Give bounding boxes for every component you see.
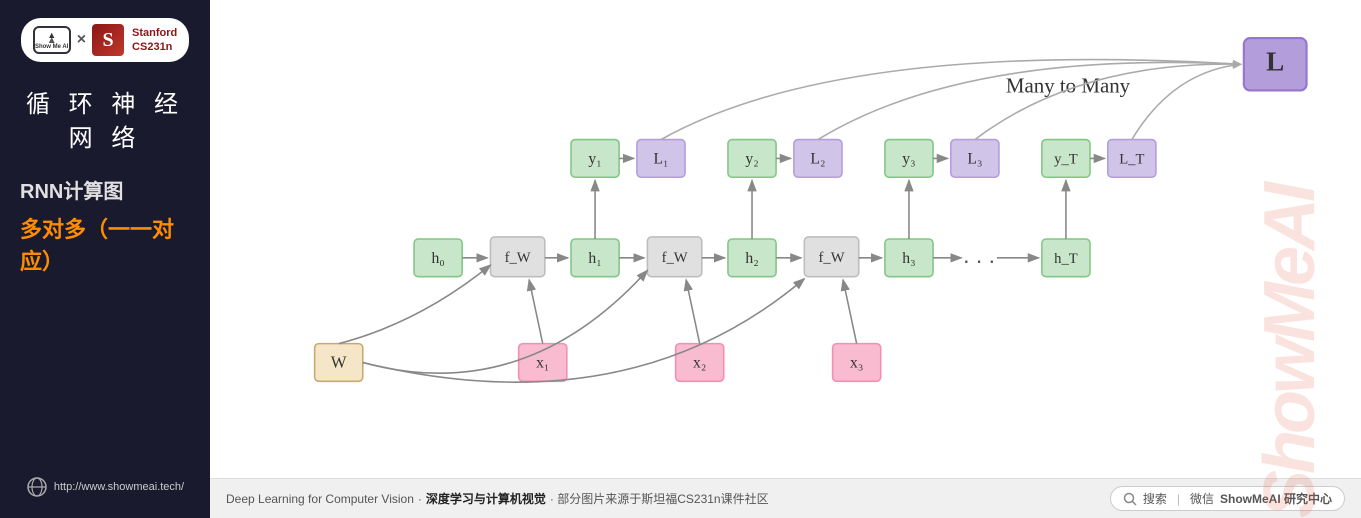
label-x2: x₂ [693,355,706,372]
website-link[interactable]: http://www.showmeai.tech/ [26,476,184,506]
wechat-label: 微信 [1190,490,1214,507]
bottom-text: Deep Learning for Computer Vision · 深度学习… [226,490,769,507]
label-y3: y₃ [902,151,915,168]
website-url: http://www.showmeai.tech/ [54,481,184,493]
diagram-area: W h₀ f_W h₁ f_W h₂ f_W h₃ . . . [210,0,1361,478]
label-h1: h₁ [588,250,601,267]
title-chinese: 循 环 神 经 网 络 [12,88,198,155]
separator: | [1177,492,1180,506]
arrow-W-fw1 [339,265,491,343]
stanford-text: Stanford CS231n [132,27,177,52]
main-content: ShowMeAI [210,0,1361,518]
rnn-diagram-svg: W h₀ f_W h₁ f_W h₂ f_W h₃ . . . [210,0,1361,478]
times-sign: × [77,31,86,49]
label-yT: y_T [1054,152,1078,168]
label-y1: y₁ [588,151,601,168]
bottom-dot1: · [418,492,422,506]
stanford-s-logo: S [92,24,124,56]
label-h2: h₂ [745,250,758,267]
label-fw1: f_W [505,250,531,266]
globe-icon [26,476,48,498]
bottom-suffix: · 部分图片来源于斯坦福CS231n课件社区 [550,490,769,507]
stanford-name: Stanford [132,27,177,40]
dots: . . . [963,242,995,268]
arrow-x2-fw2 [686,280,700,344]
label-y2: y₂ [745,151,758,168]
arrow-x1-fw1 [529,280,543,344]
label-fw3: f_W [819,250,845,266]
label-L2: L₂ [810,151,825,168]
label-LT: L_T [1119,152,1144,168]
bottom-bar: Deep Learning for Computer Vision · 深度学习… [210,478,1361,518]
label-W: W [331,353,347,372]
arrow-W-fw3 [363,279,805,382]
showmeai-logo-text: Show Me AI [35,44,68,50]
arrow-L1-total [661,60,1241,140]
bottom-en: Deep Learning for Computer Vision [226,492,414,506]
search-icon [1123,492,1137,506]
label-L3: L₃ [967,151,982,168]
arrow-W-fw2 [363,270,648,373]
search-label: 搜索 [1143,490,1167,507]
sidebar: ▲ Show Me AI × S Stanford CS231n 循 环 神 经… [0,0,210,518]
label-x1: x₁ [536,355,549,372]
showmeai-logo: ▲ Show Me AI [33,26,71,54]
bottom-cn: 深度学习与计算机视觉 [426,490,546,507]
label-fw2: f_W [662,250,688,266]
showmeai-logo-box: ▲ Show Me AI [33,26,71,54]
logo-area: ▲ Show Me AI × S Stanford CS231n [21,18,190,62]
label-hT: h_T [1054,251,1078,267]
label-x3: x₃ [850,355,863,372]
subtitle-type: 多对多（一一对应） [12,212,198,276]
subtitle-rnn: RNN计算图 [12,175,198,204]
label-L1: L₁ [653,151,668,168]
label-h0: h₀ [431,250,444,267]
arrow-x3-fw3 [843,280,857,344]
label-h3: h₃ [902,250,915,267]
watermark: ShowMeAI [1249,0,1331,518]
arrow-LT-total [1132,64,1241,139]
course-name: CS231n [132,41,177,53]
